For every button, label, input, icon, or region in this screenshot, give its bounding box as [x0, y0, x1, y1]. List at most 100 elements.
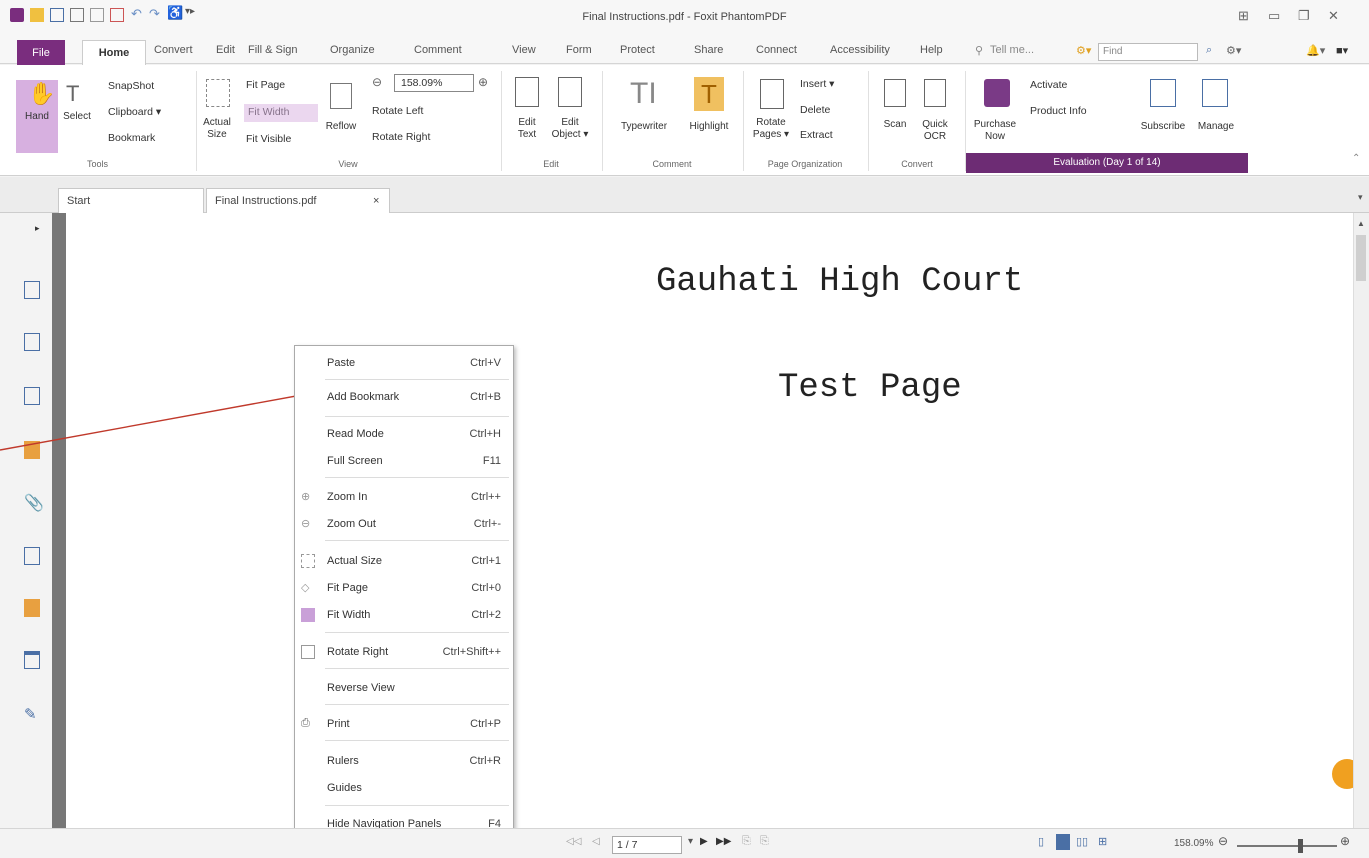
fit-visible-button[interactable]: Fit Visible — [246, 133, 291, 145]
prev-view-icon[interactable]: ⎘ — [742, 835, 751, 848]
last-page-icon[interactable]: ▶▶ — [716, 836, 731, 847]
status-zoom-in-icon[interactable]: ⊕ — [1340, 834, 1350, 848]
continuous-icon[interactable] — [1056, 834, 1070, 850]
tab-final-instructions[interactable]: Final Instructions.pdf × — [206, 188, 390, 213]
menu-item-actual-size[interactable]: Actual Size Ctrl+1 — [295, 550, 513, 572]
menu-item-rulers[interactable]: Rulers Ctrl+R — [295, 750, 513, 772]
page-number-input[interactable]: 1 / 7 — [612, 836, 682, 854]
first-page-icon[interactable]: ◁◁ — [566, 836, 581, 847]
menu-item-fit-width[interactable]: Fit Width Ctrl+2 — [295, 604, 513, 626]
tab-comment[interactable]: Comment — [414, 44, 462, 56]
vertical-scrollbar[interactable]: ▲ — [1353, 213, 1369, 828]
zoom-slider-thumb[interactable] — [1298, 839, 1303, 853]
menu-item-guides[interactable]: Guides — [295, 777, 513, 799]
actual-size-button[interactable]: Actual Size — [198, 117, 236, 141]
page-dropdown-icon[interactable]: ▾ — [688, 836, 693, 847]
zoom-level[interactable]: 158.09% — [1174, 838, 1213, 849]
snapshot-button[interactable]: SnapShot — [108, 80, 154, 92]
tab-fill-sign[interactable]: Fill & Sign — [248, 44, 298, 56]
purchase-now-button[interactable]: Purchase Now — [970, 119, 1020, 143]
tab-list-icon[interactable]: ▾ — [1358, 192, 1363, 203]
highlight-button[interactable]: Highlight — [682, 121, 736, 133]
scroll-thumb[interactable] — [1356, 235, 1366, 281]
edit-text-button[interactable]: Edit Text — [510, 117, 544, 141]
activate-button[interactable]: Activate — [1030, 79, 1067, 91]
tab-connect[interactable]: Connect — [756, 44, 797, 56]
typewriter-button[interactable]: Typewriter — [614, 121, 674, 133]
extract-button[interactable]: Extract — [800, 129, 833, 141]
select-icon[interactable]: T — [66, 81, 79, 107]
restore-icon[interactable]: ❐ — [1298, 8, 1310, 24]
quick-ocr-button[interactable]: Quick OCR — [918, 119, 952, 143]
search-icon[interactable]: ⌕ — [1206, 44, 1212, 57]
clipboard-button[interactable]: Clipboard ▾ — [108, 106, 161, 118]
status-zoom-out-icon[interactable]: ⊖ — [1218, 834, 1228, 848]
tab-edit[interactable]: Edit — [216, 44, 235, 56]
scan-button[interactable]: Scan — [878, 119, 912, 131]
pages-icon[interactable] — [24, 333, 40, 351]
close-tab-icon[interactable]: × — [373, 189, 379, 213]
zoom-select[interactable]: 158.09% — [394, 74, 474, 92]
content-icon[interactable] — [24, 651, 40, 669]
tab-start[interactable]: Start — [58, 188, 204, 213]
rotate-left-button[interactable]: Rotate Left — [372, 105, 423, 117]
menu-item-fit-page[interactable]: ◇ Fit Page Ctrl+0 — [295, 577, 513, 599]
zoom-slider[interactable] — [1237, 845, 1337, 847]
bookmark-button[interactable]: Bookmark — [108, 132, 155, 144]
menu-item-zoom-in[interactable]: ⊕ Zoom In Ctrl++ — [295, 486, 513, 508]
next-page-icon[interactable]: ▶ — [700, 836, 708, 847]
expand-panel-icon[interactable]: ▸ — [35, 223, 40, 234]
tab-protect[interactable]: Protect — [620, 44, 655, 56]
tab-help[interactable]: Help — [920, 44, 943, 56]
attachments-icon[interactable]: 📎 — [24, 493, 44, 513]
fields-icon[interactable]: ✎ — [24, 705, 37, 723]
account-icon[interactable]: ■▾ — [1336, 44, 1348, 57]
tell-me-input[interactable]: Tell me... — [990, 44, 1034, 56]
menu-item-reverse-view[interactable]: Reverse View — [295, 677, 513, 699]
reflow-button[interactable]: Reflow — [322, 121, 360, 133]
close-window-icon[interactable]: ✕ — [1328, 8, 1339, 24]
tab-view[interactable]: View — [512, 44, 536, 56]
fit-page-button[interactable]: Fit Page — [246, 79, 285, 91]
subscribe-button[interactable]: Subscribe — [1136, 121, 1190, 133]
bookmarks-icon[interactable] — [24, 281, 40, 299]
insert-button[interactable]: Insert ▾ — [800, 78, 834, 90]
tab-accessibility[interactable]: Accessibility — [830, 44, 890, 56]
menu-item-full-screen[interactable]: Full Screen F11 — [295, 450, 513, 472]
delete-button[interactable]: Delete — [800, 104, 830, 116]
collapse-ribbon-icon[interactable]: ⌃ — [1352, 153, 1360, 164]
manage-button[interactable]: Manage — [1194, 121, 1238, 133]
single-page-icon[interactable]: ▯ — [1038, 835, 1044, 848]
bell-icon[interactable]: 🔔▾ — [1306, 44, 1325, 57]
document-page[interactable]: Gauhati High Court Test Page — [66, 213, 1362, 828]
menu-item-rotate-right[interactable]: Rotate Right Ctrl+Shift++ — [295, 641, 513, 663]
ribbon-display-icon[interactable]: ⊞ — [1238, 8, 1249, 24]
tab-convert[interactable]: Convert — [154, 44, 193, 56]
product-info-button[interactable]: Product Info — [1030, 105, 1087, 117]
menu-item-add-bookmark[interactable]: Add Bookmark Ctrl+B — [295, 386, 513, 408]
facing-icon[interactable]: ▯▯ — [1076, 835, 1088, 848]
find-options-icon[interactable]: ⚙▾ — [1076, 44, 1091, 57]
tab-organize[interactable]: Organize — [330, 44, 375, 56]
rotate-right-button[interactable]: Rotate Right — [372, 131, 430, 143]
zoom-out-ribbon-icon[interactable]: ⊖ — [372, 75, 382, 89]
tab-home[interactable]: Home — [82, 40, 146, 66]
rotate-pages-button[interactable]: Rotate Pages ▾ — [748, 117, 794, 141]
zoom-in-ribbon-icon[interactable]: ⊕ — [478, 75, 488, 89]
find-input[interactable]: Find — [1098, 43, 1198, 61]
menu-item-read-mode[interactable]: Read Mode Ctrl+H — [295, 423, 513, 445]
settings-icon[interactable]: ⚙▾ — [1226, 44, 1241, 57]
next-view-icon[interactable]: ⎘ — [760, 835, 769, 848]
select-button[interactable]: Select — [60, 111, 94, 123]
edit-object-button[interactable]: Edit Object ▾ — [548, 117, 592, 141]
minimize-icon[interactable]: ▭ — [1268, 8, 1280, 24]
prev-page-icon[interactable]: ◁ — [592, 836, 600, 847]
continuous-facing-icon[interactable]: ⊞ — [1098, 835, 1107, 848]
signatures-icon[interactable] — [24, 547, 40, 565]
menu-item-print[interactable]: ⎙ Print Ctrl+P — [295, 713, 513, 735]
panel-splitter[interactable] — [52, 213, 66, 828]
scroll-up-icon[interactable]: ▲ — [1357, 219, 1365, 228]
menu-item-zoom-out[interactable]: ⊖ Zoom Out Ctrl+- — [295, 513, 513, 535]
tab-form[interactable]: Form — [566, 44, 592, 56]
security-icon[interactable] — [24, 599, 40, 617]
